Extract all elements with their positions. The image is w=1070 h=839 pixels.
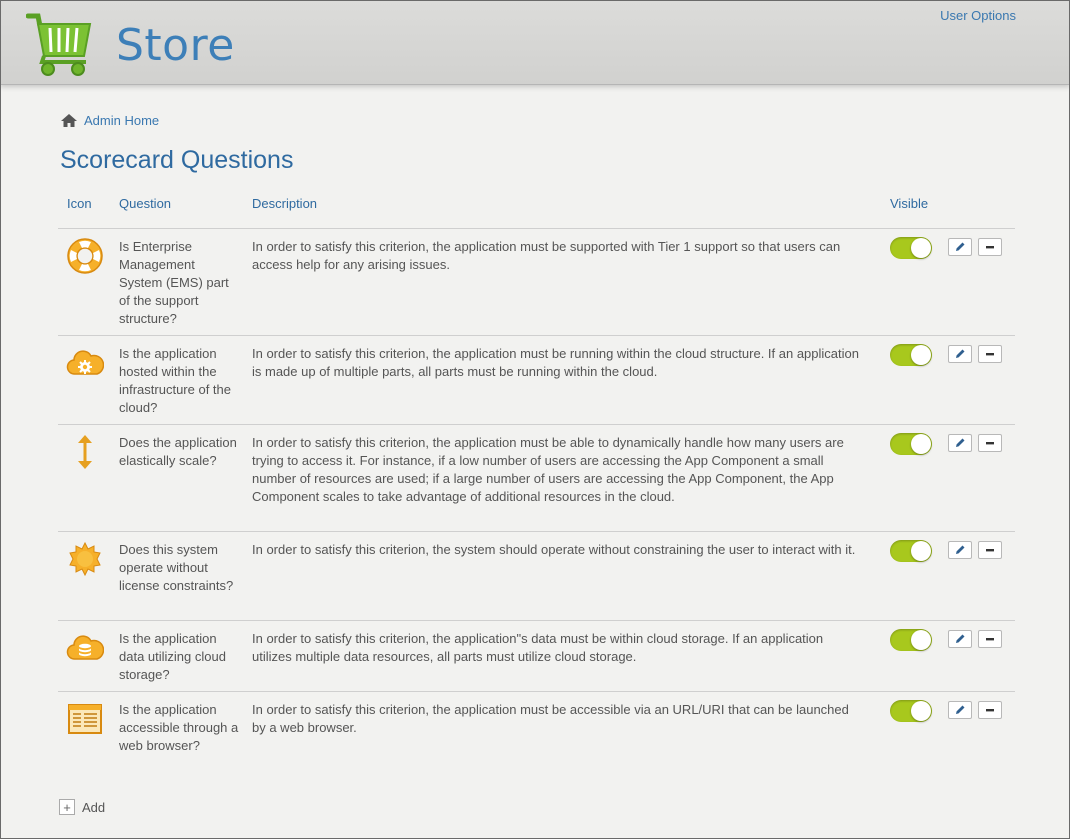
cloud-database-icon (66, 635, 104, 660)
breadcrumb: Admin Home (60, 113, 159, 128)
cloud-gear-icon (66, 350, 104, 375)
user-options-link[interactable]: User Options (940, 8, 1016, 23)
description-text: In order to satisfy this criterion, the … (252, 702, 849, 735)
minus-icon (986, 246, 994, 249)
lifebuoy-icon (67, 238, 103, 274)
description-text: In order to satisfy this criterion, the … (252, 435, 844, 504)
remove-button[interactable] (978, 345, 1002, 363)
table-row: Is Enterprise Management System (EMS) pa… (58, 229, 1015, 336)
pencil-icon (956, 705, 965, 714)
seal-badge-icon (69, 541, 101, 577)
remove-button[interactable] (978, 701, 1002, 719)
column-header-visible: Visible (890, 196, 929, 211)
question-text: Is Enterprise Management System (EMS) pa… (119, 239, 229, 326)
table-row: Is the application hosted within the inf… (58, 336, 1015, 425)
visible-toggle[interactable] (890, 237, 932, 259)
visible-toggle[interactable] (890, 700, 932, 722)
visible-toggle[interactable] (890, 344, 932, 366)
edit-button[interactable] (948, 434, 972, 452)
add-question-button[interactable]: + Add (59, 799, 105, 815)
description-text: In order to satisfy this criterion, the … (252, 346, 859, 379)
column-header-icon: Icon (67, 196, 92, 211)
remove-button[interactable] (978, 434, 1002, 452)
pencil-icon (956, 242, 965, 251)
table-row: Is the application data utilizing cloud … (58, 621, 1015, 692)
edit-button[interactable] (948, 701, 972, 719)
question-text: Does this system operate without license… (119, 542, 234, 593)
table-row: Does this system operate without license… (58, 532, 1015, 621)
plus-icon: + (59, 799, 75, 815)
description-text: In order to satisfy this criterion, the … (252, 542, 856, 557)
remove-button[interactable] (978, 541, 1002, 559)
description-text: In order to satisfy this criterion, the … (252, 239, 841, 272)
app-header: Store User Options (0, 0, 1070, 85)
table-row: Does the application elastically scale? … (58, 425, 1015, 532)
admin-home-link[interactable]: Admin Home (84, 113, 159, 128)
visible-toggle[interactable] (890, 540, 932, 562)
pencil-icon (956, 349, 965, 358)
minus-icon (986, 549, 994, 552)
edit-button[interactable] (948, 238, 972, 256)
minus-icon (986, 709, 994, 712)
minus-icon (986, 638, 994, 641)
add-label: Add (82, 799, 106, 815)
pencil-icon (956, 545, 965, 554)
table-row: Is the application accessible through a … (58, 692, 1015, 780)
shopping-cart-icon (26, 13, 92, 76)
visible-toggle[interactable] (890, 629, 932, 651)
column-header-question: Question (119, 196, 172, 211)
question-text: Is the application accessible through a … (119, 702, 239, 753)
vertical-arrows-icon (78, 435, 92, 469)
question-text: Does the application elastically scale? (119, 435, 237, 468)
column-header-description: Description (252, 196, 318, 211)
minus-icon (986, 353, 994, 356)
question-text: Is the application hosted within the inf… (119, 346, 231, 415)
visible-toggle[interactable] (890, 433, 932, 455)
pencil-icon (956, 634, 965, 643)
edit-button[interactable] (948, 630, 972, 648)
pencil-icon (956, 438, 965, 447)
scorecard-table: Icon Question Description Visible Is Ent… (58, 190, 1015, 780)
remove-button[interactable] (978, 238, 1002, 256)
remove-button[interactable] (978, 630, 1002, 648)
edit-button[interactable] (948, 345, 972, 363)
page-title: Scorecard Questions (60, 146, 294, 174)
browser-window-icon (68, 704, 102, 734)
description-text: In order to satisfy this criterion, the … (252, 631, 824, 664)
home-icon (61, 114, 77, 127)
store-title: Store (116, 20, 235, 71)
table-header: Icon Question Description Visible (58, 190, 1015, 229)
question-text: Is the application data utilizing cloud … (119, 631, 226, 682)
edit-button[interactable] (948, 541, 972, 559)
minus-icon (986, 442, 994, 445)
